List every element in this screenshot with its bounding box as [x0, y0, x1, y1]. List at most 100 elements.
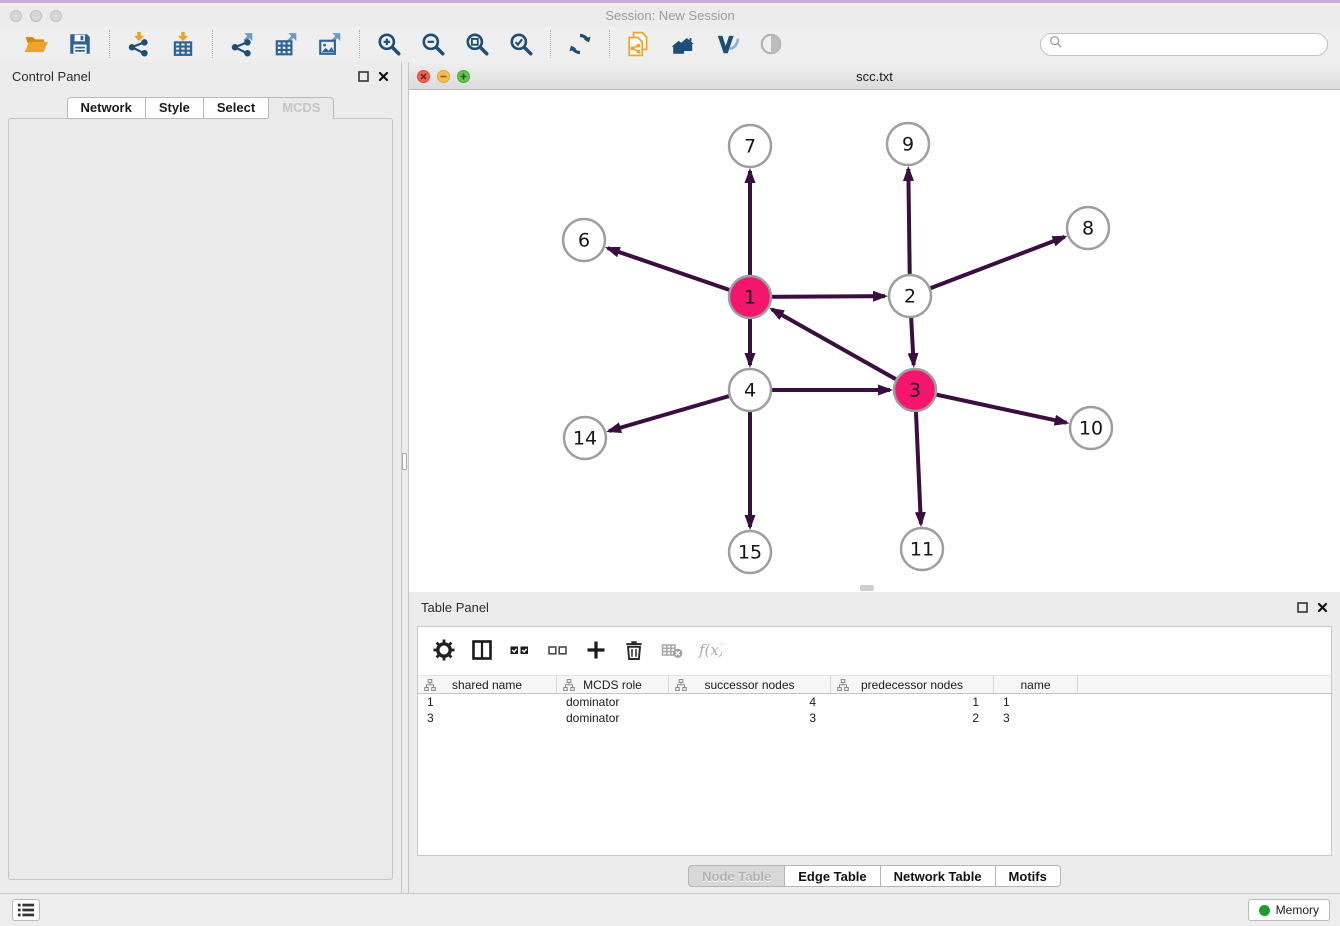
graph-edge-2-8[interactable] [910, 237, 1065, 296]
graph-node-8[interactable]: 8 [1067, 207, 1109, 249]
export-image-icon[interactable] [316, 30, 344, 58]
memory-button[interactable]: Memory [1248, 899, 1330, 921]
network-canvas[interactable]: 1 2 3 4 6 7 8 9 10 11 14 15 [409, 90, 1340, 592]
close-panel-icon[interactable] [378, 69, 389, 87]
column-header-successor-nodes[interactable]: successor nodes [669, 676, 831, 693]
column-label: MCDS role [583, 678, 642, 692]
network-window-titlebar[interactable]: scc.txt [409, 62, 1340, 90]
graph-node-4[interactable]: 4 [729, 369, 771, 411]
graph-node-6[interactable]: 6 [563, 219, 605, 261]
search-box[interactable] [1040, 33, 1328, 56]
zoom-selected-icon[interactable] [507, 30, 535, 58]
column-header-predecessor-nodes[interactable]: predecessor nodes [831, 676, 994, 693]
eye-icon [757, 30, 785, 58]
float-panel-icon[interactable] [358, 69, 369, 87]
search-input[interactable] [1068, 38, 1327, 52]
refresh-icon[interactable] [566, 30, 594, 58]
toolbar-separator [550, 30, 551, 58]
columns-icon[interactable] [470, 638, 494, 662]
gear-icon[interactable] [432, 638, 456, 662]
table-cell[interactable]: 3 [418, 711, 557, 725]
clone-network-icon[interactable] [625, 30, 653, 58]
graph-node-10[interactable]: 10 [1070, 407, 1112, 449]
status-bar: Memory [0, 893, 1340, 926]
table-cell[interactable]: 1 [418, 695, 557, 709]
tab-mcds[interactable]: MCDS [268, 97, 334, 119]
network-close-icon[interactable] [417, 70, 430, 83]
tab-motifs[interactable]: Motifs [996, 865, 1061, 887]
export-network-icon[interactable] [228, 30, 256, 58]
select-all-icon[interactable] [508, 638, 532, 662]
network-minimize-icon[interactable] [437, 70, 450, 83]
delete-table-icon [660, 638, 684, 662]
zoom-out-icon[interactable] [419, 30, 447, 58]
toolbar-separator [109, 30, 110, 58]
graph-node-3[interactable]: 3 [894, 369, 936, 411]
canvas-resize-handle[interactable] [860, 585, 874, 591]
table-row[interactable]: 3dominator323 [418, 710, 1331, 726]
network-graph[interactable]: 1 2 3 4 6 7 8 9 10 11 14 15 [409, 90, 1340, 592]
tab-network[interactable]: Network [67, 97, 145, 119]
fx-icon: f(x) [698, 638, 722, 662]
tab-network-table[interactable]: Network Table [881, 865, 996, 887]
graph-node-1[interactable]: 1 [729, 276, 771, 318]
column-header-shared-name[interactable]: shared name [418, 676, 557, 693]
svg-text:14: 14 [573, 428, 597, 450]
node-table: f(x) shared name MCDS role successor nodes… [417, 626, 1332, 856]
app-titlebar: Session: New Session [0, 0, 1340, 26]
table-cell[interactable]: dominator [557, 711, 669, 725]
export-table-icon[interactable] [272, 30, 300, 58]
panel-divider[interactable] [401, 62, 409, 893]
graph-node-14[interactable]: 14 [564, 417, 606, 459]
table-toolbar: f(x) [418, 627, 1331, 673]
visual-style-icon[interactable] [713, 30, 741, 58]
toolbar-separator [609, 30, 610, 58]
main-toolbar [0, 26, 1340, 63]
divider-grip-handle[interactable] [402, 453, 407, 470]
table-row[interactable]: 1dominator411 [418, 694, 1331, 710]
graph-node-7[interactable]: 7 [729, 125, 771, 167]
add-icon[interactable] [584, 638, 608, 662]
control-panel: Control Panel NetworkStyleSelectMCDS Opt… [0, 62, 401, 893]
table-cell[interactable]: 1 [831, 695, 994, 709]
close-table-panel-icon[interactable] [1317, 600, 1328, 618]
table-cell[interactable]: 4 [669, 695, 831, 709]
graph-node-2[interactable]: 2 [889, 275, 931, 317]
graph-node-15[interactable]: 15 [729, 531, 771, 573]
import-table-icon[interactable] [169, 30, 197, 58]
float-table-panel-icon[interactable] [1297, 600, 1308, 618]
deselect-all-icon[interactable] [546, 638, 570, 662]
import-network-icon[interactable] [125, 30, 153, 58]
graph-node-11[interactable]: 11 [901, 528, 943, 570]
tab-edge-table[interactable]: Edge Table [785, 865, 880, 887]
zoom-fit-icon[interactable] [463, 30, 491, 58]
open-folder-icon[interactable] [22, 30, 50, 58]
control-panel-tabs: NetworkStyleSelectMCDS [0, 97, 401, 119]
houses-icon[interactable] [669, 30, 697, 58]
svg-text:10: 10 [1079, 418, 1103, 440]
table-cell[interactable]: dominator [557, 695, 669, 709]
column-header-mcds-role[interactable]: MCDS role [557, 676, 669, 693]
graph-edge-3-10[interactable] [915, 390, 1067, 423]
control-panel-title: Control Panel [12, 69, 91, 84]
table-cell[interactable]: 2 [831, 711, 994, 725]
tab-select[interactable]: Select [203, 97, 268, 119]
column-header-name[interactable]: name [994, 676, 1078, 693]
tab-node-table[interactable]: Node Table [688, 865, 785, 887]
save-icon[interactable] [66, 30, 94, 58]
toolbar-separator [212, 30, 213, 58]
task-history-button[interactable] [12, 899, 40, 921]
graph-edge-3-1[interactable] [772, 309, 915, 390]
table-cell[interactable]: 3 [994, 711, 1078, 725]
svg-text:11: 11 [910, 539, 934, 561]
zoom-in-icon[interactable] [375, 30, 403, 58]
svg-text:6: 6 [578, 230, 590, 252]
trash-icon[interactable] [622, 638, 646, 662]
graph-edge-1-6[interactable] [608, 248, 750, 297]
table-cell[interactable]: 1 [994, 695, 1078, 709]
graph-node-9[interactable]: 9 [887, 123, 929, 165]
table-cell[interactable]: 3 [669, 711, 831, 725]
tab-style[interactable]: Style [145, 97, 203, 119]
column-label: name [1020, 678, 1050, 692]
network-maximize-icon[interactable] [457, 70, 470, 83]
